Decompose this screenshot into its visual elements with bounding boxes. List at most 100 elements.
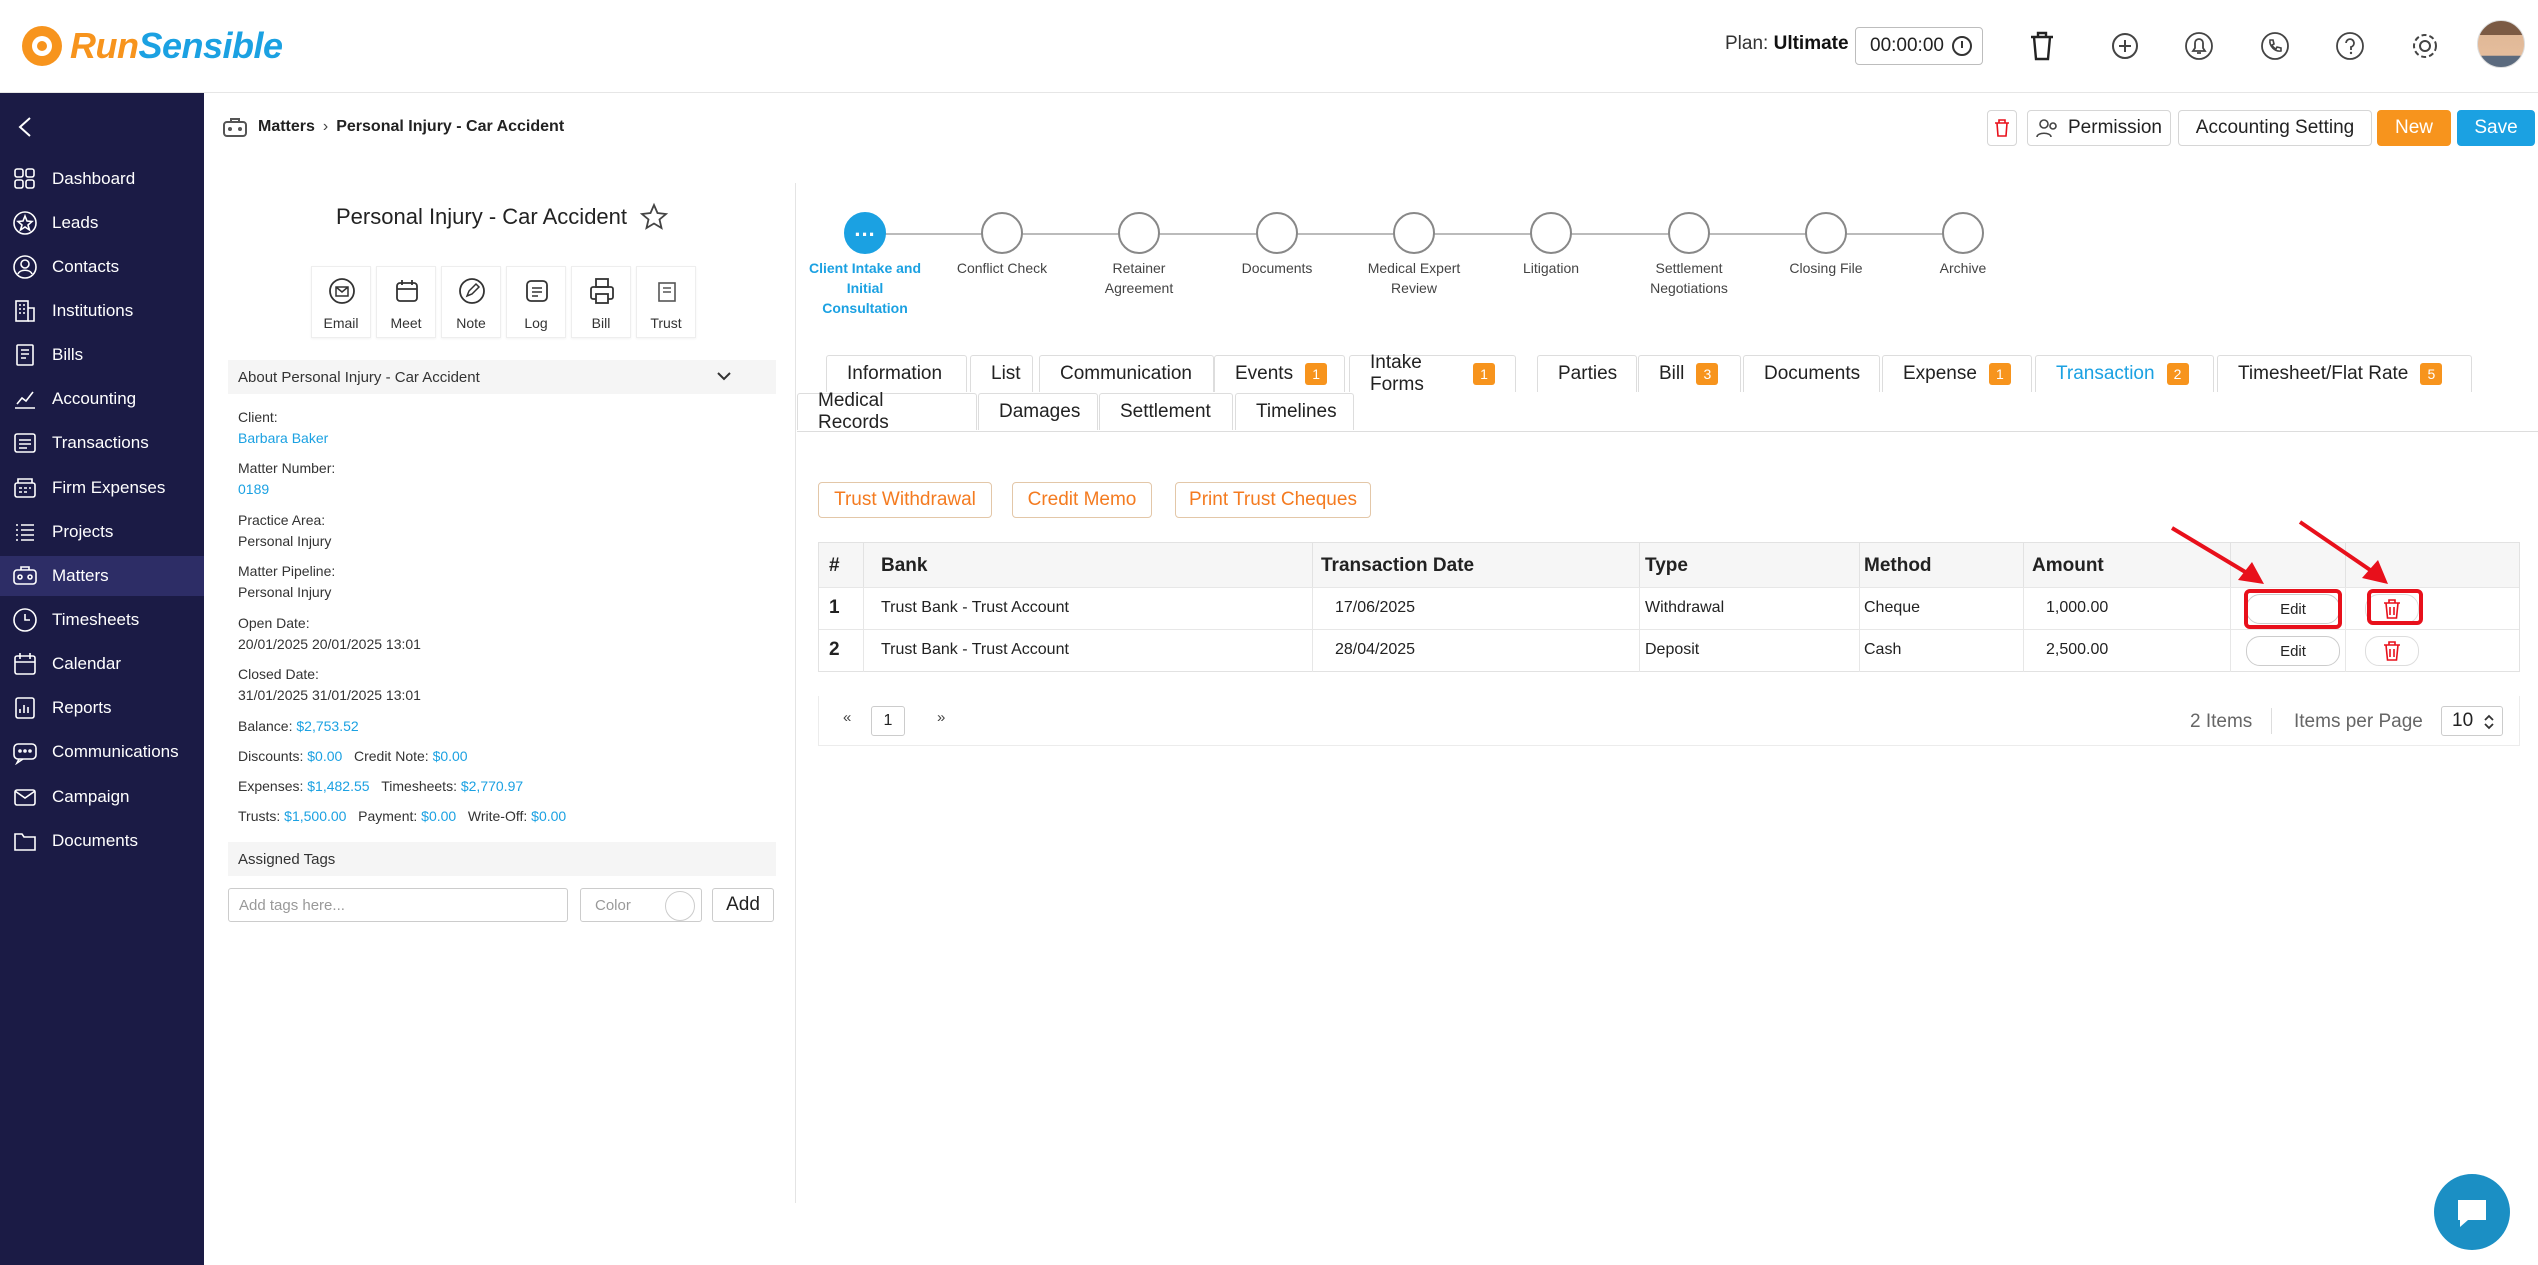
tab-timesheet-flat-rate[interactable]: Timesheet/Flat Rate 5 bbox=[2217, 355, 2472, 392]
stage-dot[interactable] bbox=[1530, 212, 1572, 254]
gear-icon[interactable] bbox=[2406, 27, 2444, 65]
stage-dot[interactable]: ... bbox=[844, 212, 886, 254]
trust-withdrawal-button[interactable]: Trust Withdrawal bbox=[818, 482, 992, 518]
tab-parties[interactable]: Parties bbox=[1537, 355, 1637, 392]
cell-date: 28/04/2025 bbox=[1335, 641, 1416, 658]
pipeline-stage-medical-expert[interactable]: Medical Expert Review bbox=[1334, 212, 1494, 298]
pipeline-stage-litigation[interactable]: Litigation bbox=[1471, 212, 1631, 278]
edit-button[interactable]: Edit bbox=[2246, 636, 2340, 666]
sidebar-item-firm-expenses[interactable]: Firm Expenses bbox=[0, 468, 204, 508]
tab-expense[interactable]: Expense 1 bbox=[1882, 355, 2032, 392]
help-icon[interactable] bbox=[2331, 27, 2369, 65]
sidebar-item-label: Contacts bbox=[52, 257, 120, 276]
items-per-page-select[interactable]: 10 bbox=[2441, 706, 2503, 736]
tags-input[interactable] bbox=[228, 888, 568, 922]
tab-communication[interactable]: Communication bbox=[1039, 355, 1214, 392]
stage-dot[interactable] bbox=[1118, 212, 1160, 254]
tab-transaction[interactable]: Transaction 2 bbox=[2035, 355, 2214, 392]
tab-events[interactable]: Events 1 bbox=[1214, 355, 1345, 392]
cell-bank: Trust Bank - Trust Account bbox=[881, 599, 1069, 616]
sidebar-item-dashboard[interactable]: Dashboard bbox=[0, 159, 204, 199]
email-quick-action[interactable]: Email bbox=[311, 266, 371, 338]
tag-color-picker[interactable]: Color bbox=[580, 888, 702, 922]
tab-documents[interactable]: Documents bbox=[1743, 355, 1880, 392]
stopwatch-icon[interactable] bbox=[1952, 36, 1972, 56]
stage-dot[interactable] bbox=[1393, 212, 1435, 254]
pipeline-stage-settlement[interactable]: Settlement Negotiations bbox=[1609, 212, 1769, 298]
stage-dot[interactable] bbox=[1942, 212, 1984, 254]
add-tag-button[interactable]: Add bbox=[712, 888, 774, 922]
save-button[interactable]: Save bbox=[2457, 110, 2535, 146]
stage-dot[interactable] bbox=[1256, 212, 1298, 254]
sidebar-item-bills[interactable]: Bills bbox=[0, 335, 204, 375]
chat-widget-button[interactable] bbox=[2434, 1174, 2510, 1250]
tab-intake-forms[interactable]: Intake Forms 1 bbox=[1349, 352, 1516, 395]
stage-dot[interactable] bbox=[1805, 212, 1847, 254]
log-quick-action[interactable]: Log bbox=[506, 266, 566, 338]
sidebar-item-contacts[interactable]: Contacts bbox=[0, 247, 204, 287]
sidebar-item-timesheets[interactable]: Timesheets bbox=[0, 600, 204, 640]
add-timer-icon[interactable] bbox=[2106, 27, 2144, 65]
phone-icon[interactable] bbox=[2256, 27, 2294, 65]
sidebar-item-campaign[interactable]: Campaign bbox=[0, 777, 204, 817]
pipeline-stage-conflict-check[interactable]: Conflict Check bbox=[922, 212, 1082, 278]
accounting-setting-button[interactable]: Accounting Setting bbox=[2178, 110, 2372, 146]
breadcrumb-root[interactable]: Matters bbox=[258, 118, 315, 136]
tab-information[interactable]: Information bbox=[826, 355, 967, 392]
printer-icon bbox=[590, 278, 614, 304]
sidebar-item-matters[interactable]: Matters bbox=[0, 556, 204, 596]
transaction-icon bbox=[12, 430, 38, 456]
client-link[interactable]: Barbara Baker bbox=[238, 430, 328, 446]
meet-quick-action[interactable]: Meet bbox=[376, 266, 436, 338]
matter-number-label: Matter Number: bbox=[238, 460, 336, 476]
sidebar-item-documents[interactable]: Documents bbox=[0, 821, 204, 861]
bill-quick-action[interactable]: Bill bbox=[571, 266, 631, 338]
about-section-header[interactable]: About Personal Injury - Car Accident bbox=[228, 360, 776, 394]
cell-method: Cheque bbox=[1864, 599, 1921, 616]
new-button[interactable]: New bbox=[2377, 110, 2451, 146]
tab-bill[interactable]: Bill 3 bbox=[1638, 355, 1741, 392]
prev-page-button[interactable]: « bbox=[843, 709, 851, 726]
pipeline-stage-closing-file[interactable]: Closing File bbox=[1746, 212, 1906, 278]
sidebar-item-projects[interactable]: Projects bbox=[0, 512, 204, 552]
sidebar-item-leads[interactable]: Leads bbox=[0, 203, 204, 243]
tab-list[interactable]: List bbox=[970, 355, 1033, 392]
page-1-button[interactable]: 1 bbox=[871, 706, 905, 736]
permission-button[interactable]: Permission bbox=[2027, 110, 2171, 146]
collapse-sidebar-icon[interactable] bbox=[14, 115, 38, 139]
pipeline-stage-client-intake-and[interactable]: ... Client Intake and Initial Consultation bbox=[785, 212, 945, 318]
note-quick-action[interactable]: Note bbox=[441, 266, 501, 338]
trust-quick-action[interactable]: Trust bbox=[636, 266, 696, 338]
tab-damages[interactable]: Damages bbox=[978, 393, 1098, 430]
delete-matter-button[interactable] bbox=[1987, 110, 2017, 146]
credit-memo-button[interactable]: Credit Memo bbox=[1012, 482, 1152, 518]
tab-settlement[interactable]: Settlement bbox=[1099, 393, 1233, 430]
stage-dot[interactable] bbox=[1668, 212, 1710, 254]
color-swatch[interactable] bbox=[665, 891, 695, 921]
delete-button[interactable] bbox=[2365, 636, 2419, 666]
stage-dot[interactable] bbox=[981, 212, 1023, 254]
sidebar-item-transactions[interactable]: Transactions bbox=[0, 423, 204, 463]
chart-icon bbox=[12, 386, 38, 412]
user-avatar[interactable] bbox=[2477, 20, 2525, 68]
tab-timelines[interactable]: Timelines bbox=[1235, 393, 1354, 430]
bell-icon[interactable] bbox=[2180, 27, 2218, 65]
sidebar-item-institutions[interactable]: Institutions bbox=[0, 291, 204, 331]
runsensible-logo[interactable]: RunSensible bbox=[22, 22, 283, 70]
favorite-star-icon[interactable] bbox=[639, 202, 669, 232]
tab-medical-records[interactable]: Medical Records bbox=[797, 390, 977, 433]
trash-icon[interactable] bbox=[2023, 27, 2061, 65]
next-page-button[interactable]: » bbox=[937, 709, 945, 726]
print-trust-cheques-button[interactable]: Print Trust Cheques bbox=[1175, 482, 1371, 518]
breadcrumb-current: Personal Injury - Car Accident bbox=[336, 118, 565, 135]
sidebar-item-reports[interactable]: Reports bbox=[0, 688, 204, 728]
table-row: 2 Trust Bank - Trust Account 28/04/2025 Dep… bbox=[819, 629, 2519, 672]
sidebar-item-communications[interactable]: Communications bbox=[0, 732, 204, 772]
pipeline-stage-retainer[interactable]: Retainer Agreement bbox=[1059, 212, 1219, 298]
sidebar-item-accounting[interactable]: Accounting bbox=[0, 379, 204, 419]
chevron-down-icon[interactable] bbox=[716, 370, 732, 382]
sidebar-item-calendar[interactable]: Calendar bbox=[0, 644, 204, 684]
timer-display[interactable]: 00:00:00 bbox=[1855, 27, 1983, 65]
pipeline-stage-documents[interactable]: Documents bbox=[1197, 212, 1357, 278]
pipeline-stage-archive[interactable]: Archive bbox=[1883, 212, 2043, 278]
